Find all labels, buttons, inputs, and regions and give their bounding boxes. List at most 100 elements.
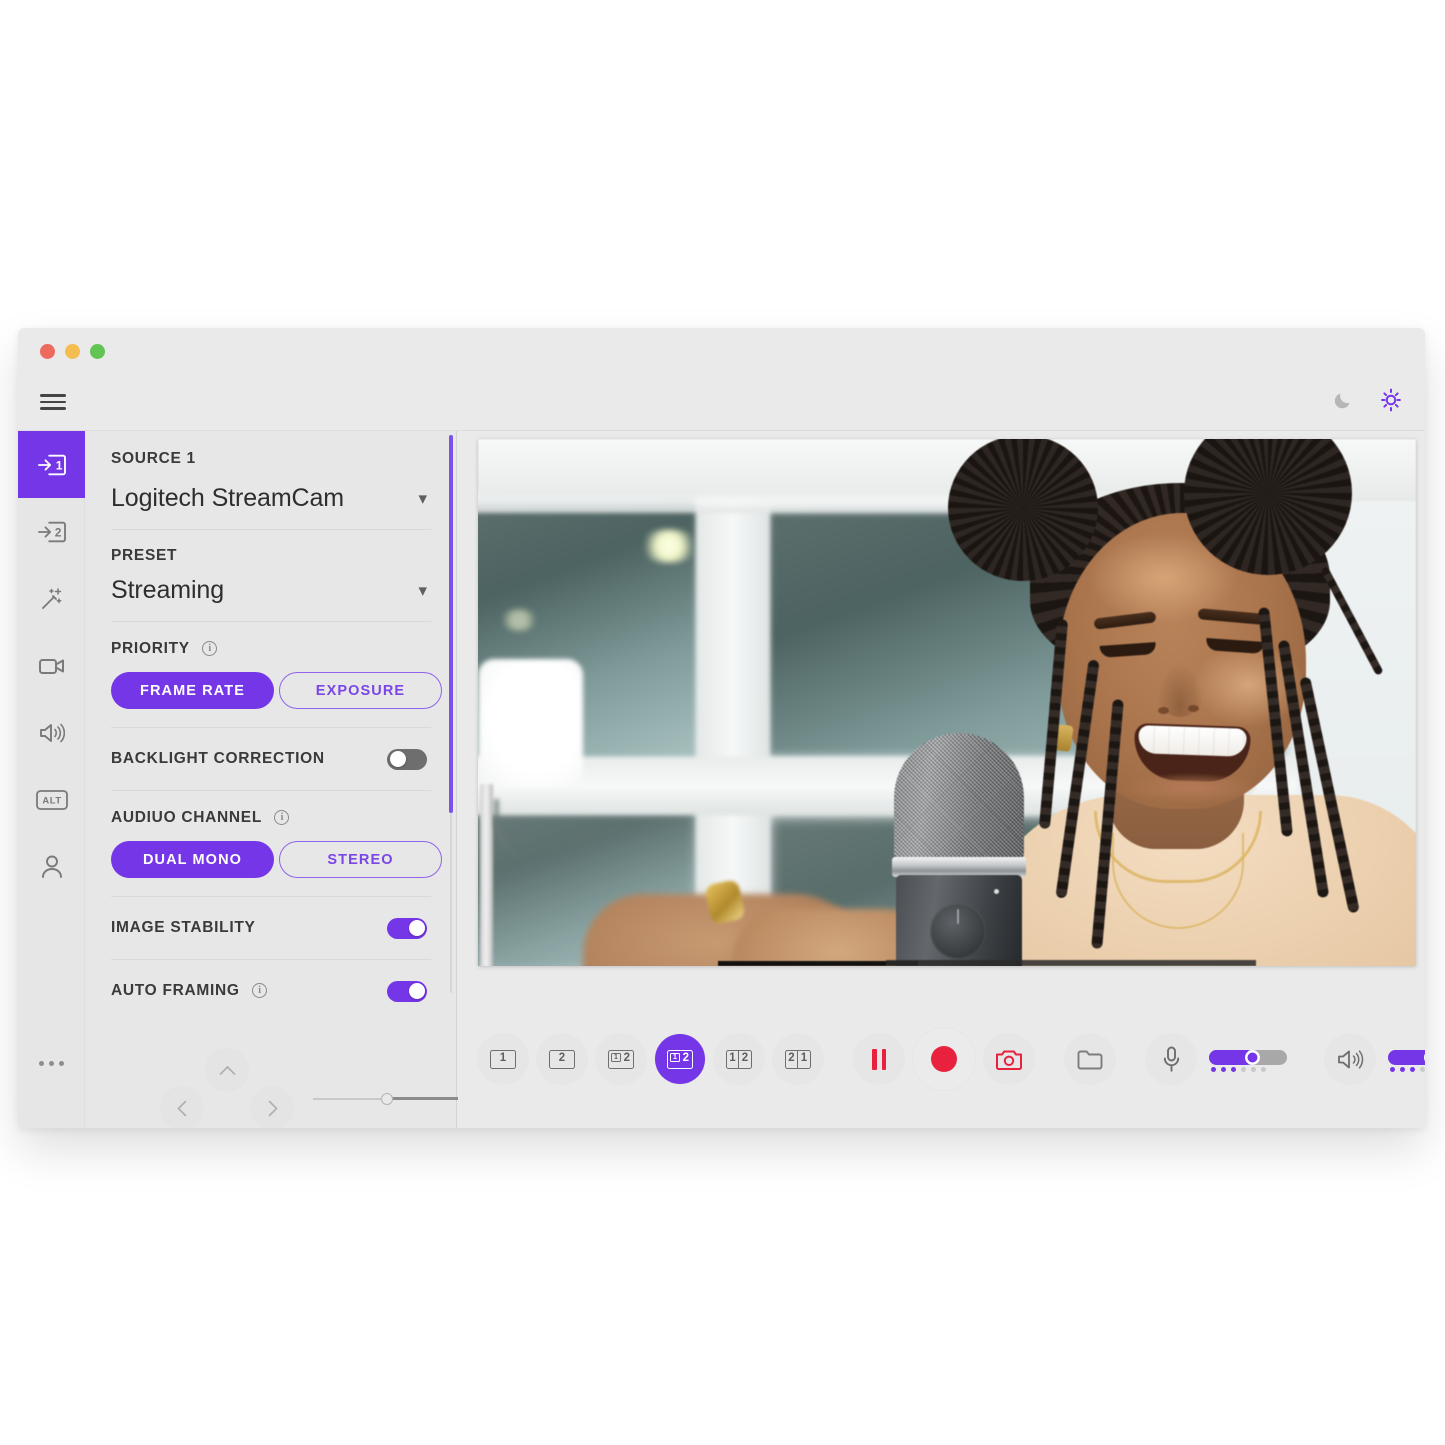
chevron-up-icon[interactable]: [205, 1048, 249, 1092]
record-button[interactable]: [913, 1028, 975, 1090]
sidebar-item-profile[interactable]: [18, 833, 85, 900]
svg-text:2: 2: [54, 525, 61, 539]
speaker-level-slider[interactable]: [1388, 1046, 1425, 1072]
layout-right-label: 1: [801, 1053, 807, 1065]
chevron-right-icon[interactable]: [250, 1086, 294, 1128]
layout-single-2-button[interactable]: 2: [537, 1034, 587, 1084]
layout-pip-label: 1: [673, 1054, 677, 1061]
mic-level-slider[interactable]: [1209, 1046, 1287, 1072]
image-stability-section: IMAGE STABILITY: [85, 897, 457, 959]
sidebar-item-audio[interactable]: [18, 699, 85, 766]
layout-label: 1: [500, 1053, 506, 1065]
camera-shutter-icon: [995, 1048, 1023, 1071]
minimize-button[interactable]: [65, 344, 80, 359]
snapshot-button[interactable]: [984, 1034, 1034, 1084]
more-dots-icon[interactable]: [18, 1061, 85, 1066]
source-select[interactable]: Logitech StreamCam ▾: [111, 484, 427, 513]
auto-framing-label-wrap: AUTO FRAMING i: [111, 982, 267, 1000]
layout-pip-active-button[interactable]: 1 2: [655, 1034, 705, 1084]
chevron-left-icon[interactable]: [160, 1086, 204, 1128]
screenshot-root: 1 2: [0, 0, 1445, 1445]
panel-footer-nav: [85, 1056, 457, 1128]
hamburger-menu-icon[interactable]: [40, 392, 66, 412]
layout-split-2-1-button[interactable]: 2 1: [773, 1034, 823, 1084]
maximize-button[interactable]: [90, 344, 105, 359]
sun-icon[interactable]: [1379, 388, 1403, 417]
priority-option-exposure[interactable]: EXPOSURE: [279, 672, 442, 709]
layout-left-label: 1: [729, 1053, 735, 1065]
folder-button[interactable]: [1065, 1034, 1115, 1084]
playback-controls: 1 2 1 2 1 2: [458, 970, 1425, 1128]
backlight-section: BACKLIGHT CORRECTION: [85, 728, 457, 790]
layout-split-1-2-button[interactable]: 1 2: [714, 1034, 764, 1084]
backlight-toggle[interactable]: [387, 749, 427, 770]
info-icon[interactable]: i: [274, 810, 289, 825]
sidebar-item-effects[interactable]: [18, 565, 85, 632]
preset-section: PRESET Streaming ▾: [85, 530, 457, 621]
image-stability-label: IMAGE STABILITY: [111, 919, 256, 937]
priority-option-frame-rate[interactable]: FRAME RATE: [111, 672, 274, 709]
audio-channel-label: AUDIUO CHANNEL: [111, 809, 262, 826]
video-scene: PATTERN: [478, 439, 1416, 966]
microphone-in-frame: PATTERN: [886, 733, 1034, 966]
image-stability-row[interactable]: IMAGE STABILITY: [111, 897, 427, 959]
layout-label: 2: [683, 1053, 689, 1065]
layout-label: 2: [624, 1053, 630, 1065]
moon-icon[interactable]: [1332, 390, 1353, 416]
close-button[interactable]: [40, 344, 55, 359]
chevron-down-icon[interactable]: ▾: [418, 582, 427, 599]
preview-stage: PATTERN 1 2: [458, 431, 1425, 1128]
sidebar-item-source-2[interactable]: 2: [18, 498, 85, 565]
pause-icon: [872, 1049, 886, 1070]
speaker-icon: [1337, 1048, 1364, 1071]
auto-framing-row[interactable]: AUTO FRAMING i: [111, 960, 427, 1022]
layout-single-1-button[interactable]: 1: [478, 1034, 528, 1084]
audio-channel-label-row: AUDIUO CHANNEL i: [111, 809, 427, 827]
sidebar-item-alt[interactable]: ALT: [18, 766, 85, 833]
audio-channel-segmented-control: DUAL MONO STEREO: [111, 841, 427, 878]
panel-footer-slider[interactable]: [313, 1094, 473, 1104]
preset-select[interactable]: Streaming ▾: [111, 576, 427, 605]
panel-scrollbar-thumb[interactable]: [449, 435, 453, 813]
title-bar: [18, 328, 1425, 374]
icon-rail: 1 2: [18, 431, 85, 1128]
video-preview[interactable]: PATTERN: [478, 439, 1416, 966]
info-icon[interactable]: i: [252, 983, 267, 998]
backlight-row[interactable]: BACKLIGHT CORRECTION: [111, 728, 427, 790]
traffic-lights: [40, 344, 105, 359]
source-label: SOURCE 1: [111, 450, 427, 468]
top-toolbar: [18, 374, 1425, 431]
record-dot-icon: [931, 1046, 957, 1072]
audio-option-dual-mono[interactable]: DUAL MONO: [111, 841, 274, 878]
auto-framing-toggle[interactable]: [387, 981, 427, 1002]
layout-label: 2: [559, 1053, 565, 1065]
app-window: 1 2: [18, 328, 1425, 1128]
backlight-label: BACKLIGHT CORRECTION: [111, 750, 325, 768]
priority-section: PRIORITY i FRAME RATE EXPOSURE: [85, 622, 457, 727]
layout-left-label: 2: [788, 1053, 794, 1065]
auto-framing-label: AUTO FRAMING: [111, 982, 240, 999]
controls-row: 1 2 1 2 1 2: [478, 1028, 1425, 1090]
speaker-button[interactable]: [1325, 1034, 1375, 1084]
mic-button[interactable]: [1146, 1034, 1196, 1084]
sidebar-item-source-1[interactable]: 1: [18, 431, 85, 498]
sidebar-item-camera[interactable]: [18, 632, 85, 699]
source-value: Logitech StreamCam: [111, 484, 344, 513]
theme-switcher: [1332, 388, 1403, 417]
panel-scrollbar-track[interactable]: [450, 813, 452, 993]
layout-pip-label: 1: [614, 1054, 618, 1061]
pause-button[interactable]: [854, 1034, 904, 1084]
settings-scroll-area: SOURCE 1 Logitech StreamCam ▾ PRESET Str…: [85, 431, 457, 1056]
priority-label-row: PRIORITY i: [111, 640, 427, 658]
settings-panel: SOURCE 1 Logitech StreamCam ▾ PRESET Str…: [85, 431, 457, 1128]
audio-option-stereo[interactable]: STEREO: [279, 841, 442, 878]
microphone-icon: [1163, 1046, 1180, 1073]
audio-channel-section: AUDIUO CHANNEL i DUAL MONO STEREO: [85, 791, 457, 896]
chevron-down-icon[interactable]: ▾: [418, 490, 427, 507]
info-icon[interactable]: i: [202, 641, 217, 656]
preset-label: PRESET: [111, 547, 427, 565]
layout-right-label: 2: [742, 1053, 748, 1065]
layout-pip-button[interactable]: 1 2: [596, 1034, 646, 1084]
svg-text:ALT: ALT: [42, 794, 61, 805]
image-stability-toggle[interactable]: [387, 918, 427, 939]
